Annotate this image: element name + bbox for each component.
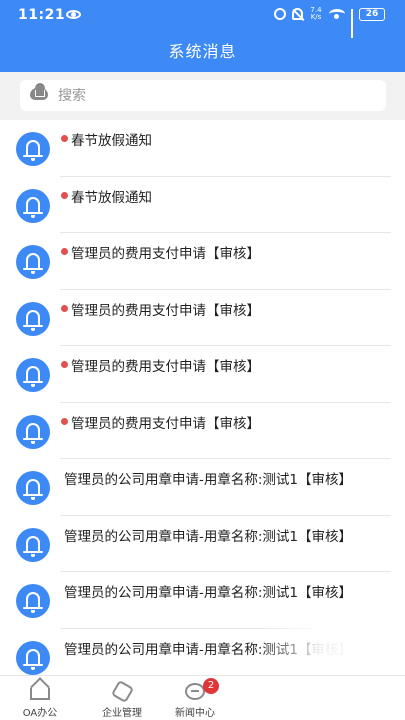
- message-title: 管理员的费用支付申请【审核】: [71, 302, 260, 319]
- cube-icon: [110, 679, 135, 704]
- network-speed: 7.4 K/s: [309, 7, 323, 21]
- search-input[interactable]: [58, 80, 378, 111]
- message-row[interactable]: 管理员的公司用章申请-用章名称:测试1【审核】: [0, 459, 405, 516]
- unread-dot: [61, 248, 68, 255]
- message-row[interactable]: 春节放假通知: [0, 177, 405, 233]
- message-title: 管理员的公司用章申请-用章名称:测试1【审核】: [64, 472, 353, 488]
- message-row[interactable]: 管理员的费用支付申请【审核】: [0, 233, 405, 290]
- message-row[interactable]: 管理员的公司用章申请-用章名称:测试1【审核】: [0, 516, 405, 572]
- bell-off-icon: [292, 8, 303, 20]
- tab-enterprise-management[interactable]: 企业管理: [82, 676, 162, 720]
- search-bar: [0, 72, 405, 120]
- tab-news-center[interactable]: 2 新闻中心: [155, 676, 235, 720]
- unread-dot: [61, 304, 68, 312]
- message-avatar: [16, 358, 50, 392]
- message-title: 春节放假通知: [71, 133, 152, 149]
- message-row[interactable]: 春节放假通知: [0, 120, 405, 177]
- message-avatar: [16, 584, 50, 618]
- message-title: 管理员的费用支付申请【审核】: [71, 415, 260, 432]
- notification-badge: 2: [203, 678, 219, 694]
- message-avatar: [16, 188, 50, 223]
- wifi-icon: [329, 9, 345, 19]
- status-time: 11:21: [18, 7, 66, 23]
- message-avatar: [16, 301, 50, 336]
- message-list: 春节放假通知 春节放假通知 管理员的费用支付申请【审核】 管理员的费用支付申请【…: [0, 120, 405, 685]
- message-row[interactable]: 管理员的费用支付申请【审核】: [0, 290, 405, 346]
- message-avatar: [16, 132, 50, 166]
- bell-icon: [23, 535, 43, 557]
- network-speed-unit: K/s: [310, 13, 322, 21]
- unread-dot: [61, 191, 68, 199]
- bell-icon: [23, 592, 43, 613]
- message-row[interactable]: 管理员的费用支付申请【审核】: [0, 403, 405, 459]
- message-avatar: [16, 245, 50, 279]
- message-avatar: [16, 414, 50, 449]
- status-bar: 11:21 7.4 K/s 26: [0, 0, 405, 38]
- unread-dot: [61, 361, 68, 368]
- bell-icon: [23, 479, 43, 500]
- bell-icon: [23, 422, 43, 444]
- message-row[interactable]: 管理员的公司用章申请-用章名称:测试1【审核】: [0, 572, 405, 629]
- page-title: 系统消息: [168, 42, 237, 61]
- battery-icon: 26: [359, 7, 385, 21]
- tab-oa-office[interactable]: OA办公: [0, 676, 80, 720]
- app-header: 11:21 7.4 K/s 26 系统消息: [0, 0, 405, 72]
- search-box[interactable]: [20, 80, 386, 111]
- message-title: 春节放假通知: [71, 189, 152, 206]
- message-title: 管理员的公司用章申请-用章名称:测试1【审核】: [64, 585, 353, 601]
- message-title: 管理员的公司用章申请-用章名称:测试1【审核】: [64, 641, 353, 658]
- bell-icon: [23, 196, 43, 218]
- message-title: 管理员的费用支付申请【审核】: [71, 359, 260, 375]
- home-icon: [30, 688, 50, 700]
- eye-icon: [66, 10, 81, 19]
- bell-icon: [23, 309, 43, 331]
- message-avatar: [16, 527, 50, 562]
- bell-icon: [23, 648, 43, 670]
- unread-dot: [61, 417, 68, 425]
- bell-icon: [23, 366, 43, 387]
- bell-icon: [23, 140, 43, 161]
- signal-icon: [351, 8, 353, 38]
- message-row[interactable]: 管理员的费用支付申请【审核】: [0, 346, 405, 403]
- tab-label: OA办公: [22, 708, 58, 719]
- message-avatar: [16, 640, 50, 675]
- message-title: 管理员的公司用章申请-用章名称:测试1【审核】: [64, 528, 353, 545]
- message-avatar: [16, 471, 50, 505]
- chat-icon: [185, 683, 205, 700]
- tab-label: 企业管理: [102, 708, 142, 719]
- unread-dot: [61, 135, 68, 142]
- cloud-icon: [30, 83, 48, 100]
- bottom-tab-bar: OA办公 企业管理 2 新闻中心: [0, 675, 405, 720]
- status-icons: 7.4 K/s 26: [274, 7, 385, 38]
- message-title: 管理员的费用支付申请【审核】: [71, 246, 260, 262]
- tab-label: 新闻中心: [175, 708, 215, 719]
- bell-icon: [23, 253, 43, 274]
- alarm-icon: [274, 8, 286, 20]
